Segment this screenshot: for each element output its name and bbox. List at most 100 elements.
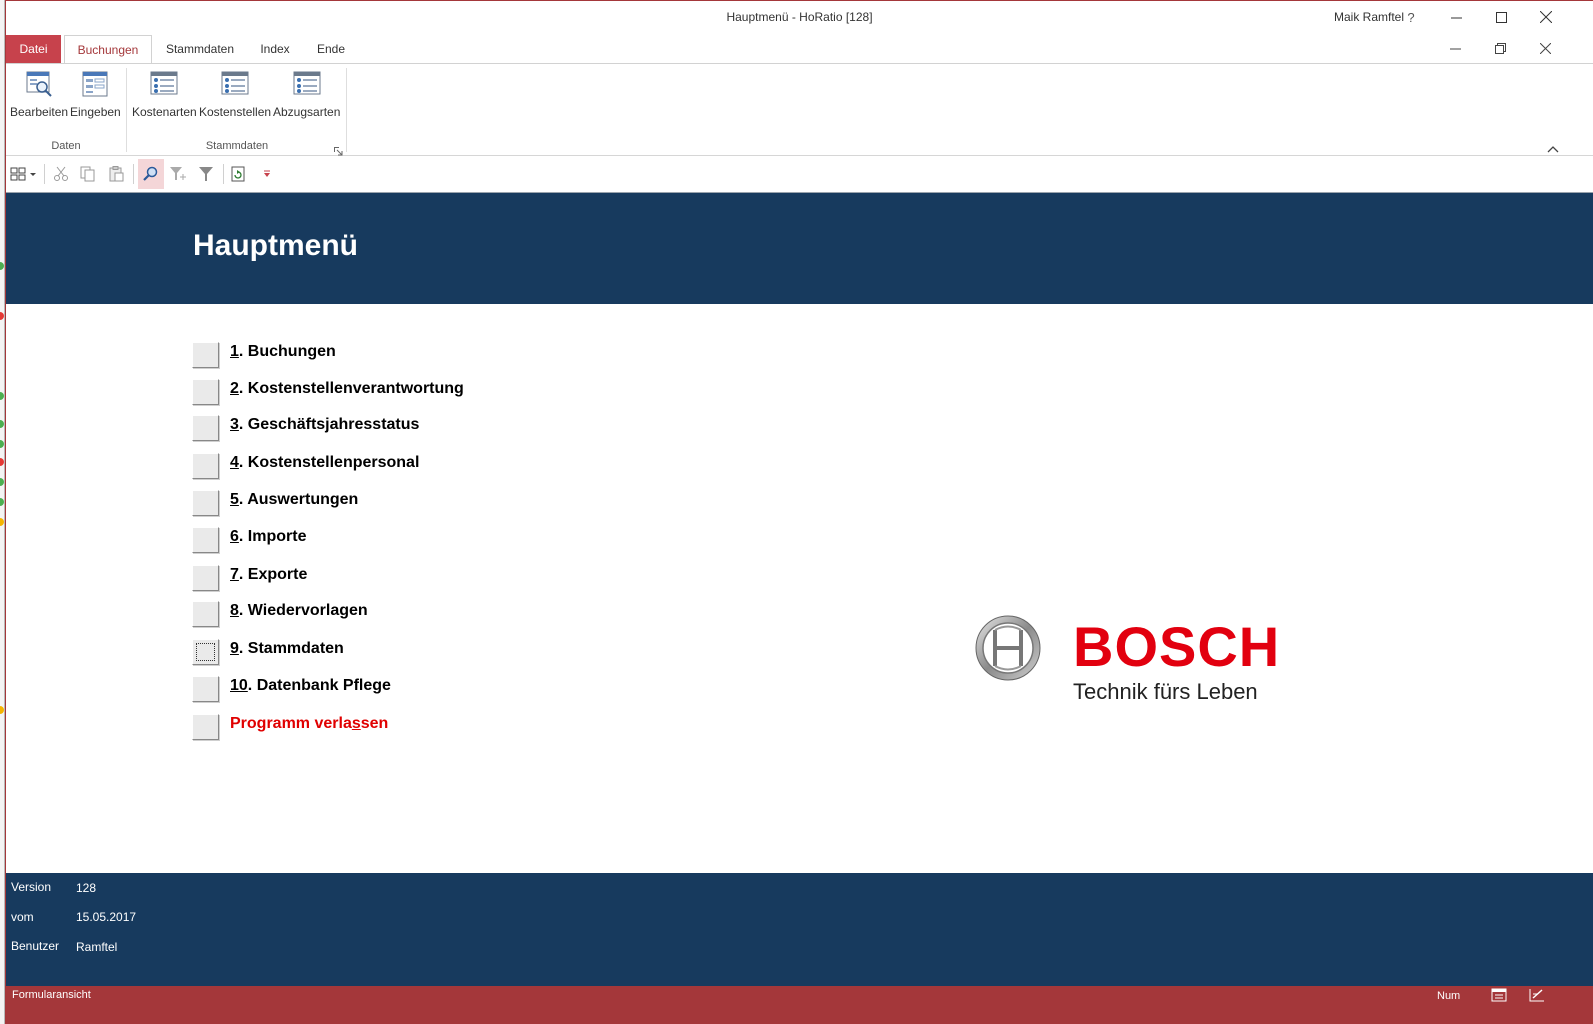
copy-button[interactable]	[77, 163, 99, 185]
menu-label-importe[interactable]: 6. Importe	[230, 528, 306, 546]
form-view-icon	[1491, 988, 1507, 1002]
menu-button-datenbank-pflege[interactable]	[192, 676, 219, 702]
background-dot	[0, 262, 4, 270]
document-minimize-button[interactable]	[1433, 33, 1477, 63]
menu-text: . Datenbank Pflege	[247, 677, 391, 694]
menu-text: . Auswertungen	[238, 491, 359, 508]
menu-button-geschaeftsjahresstatus[interactable]	[192, 415, 219, 441]
maximize-button[interactable]	[1478, 1, 1524, 33]
tab-datei[interactable]: Datei	[6, 35, 61, 64]
paste-button[interactable]	[105, 163, 127, 185]
menu-label-auswertungen[interactable]: 5. Auswertungen	[230, 491, 358, 509]
menu-item-buchungen[interactable]: 1. Buchungen	[192, 342, 572, 370]
menu-button-exporte[interactable]	[192, 565, 219, 591]
menu-label-wiedervorlagen[interactable]: 8. Wiedervorlagen	[230, 602, 368, 620]
menu-label-kostenstellenverantwortung[interactable]: 2. Kostenstellenverantwortung	[230, 380, 464, 398]
tab-stammdaten[interactable]: Stammdaten	[161, 35, 239, 64]
minimize-icon	[1450, 17, 1462, 18]
menu-button-stammdaten[interactable]	[192, 639, 219, 665]
ribbon: Bearbeiten Eingeben Daten Kostenarten Ko…	[6, 63, 1593, 156]
tab-index[interactable]: Index	[252, 35, 298, 64]
menu-label-exporte[interactable]: 7. Exporte	[230, 566, 307, 584]
access-key: 6	[230, 528, 239, 545]
refresh-button[interactable]	[228, 163, 250, 185]
bosch-slogan: Technik fürs Leben	[1073, 679, 1258, 704]
menu-item-datenbank-pflege[interactable]: 10. Datenbank Pflege	[192, 676, 572, 704]
access-key: s	[351, 715, 361, 732]
dialog-launcher-button[interactable]	[334, 143, 343, 156]
kostenstellen-button[interactable]: Kostenstellen	[199, 70, 271, 119]
view-switch-button[interactable]	[9, 163, 39, 185]
menu-item-stammdaten[interactable]: 9. Stammdaten	[192, 639, 572, 667]
design-view-button[interactable]	[1529, 988, 1547, 1004]
contact-list-icon	[293, 71, 321, 95]
menu-item-exporte[interactable]: 7. Exporte	[192, 565, 572, 593]
exit-label[interactable]: Programm verlassen	[230, 715, 388, 733]
access-key: 4	[230, 454, 239, 471]
access-key: 5	[230, 491, 239, 508]
minimize-button[interactable]	[1433, 1, 1479, 33]
form-header: Hauptmenü	[6, 193, 1593, 304]
group-separator	[346, 68, 347, 152]
menu-button-kostenstellenpersonal[interactable]	[192, 453, 219, 479]
menu-label-kostenstellenpersonal[interactable]: 4. Kostenstellenpersonal	[230, 454, 419, 472]
menu-item-wiedervorlagen[interactable]: 8. Wiedervorlagen	[192, 601, 572, 629]
menu-text: . Importe	[238, 528, 307, 545]
customize-toolbar-button[interactable]	[256, 163, 278, 185]
menu-item-kostenstellenpersonal[interactable]: 4. Kostenstellenpersonal	[192, 453, 572, 481]
menu-button-kostenstellenverantwortung[interactable]	[192, 379, 219, 405]
form-search-icon	[26, 71, 52, 97]
collapse-ribbon-button[interactable]	[1547, 140, 1561, 153]
search-icon	[143, 166, 158, 181]
form-footer: Version 128 vom 15.05.2017 Benutzer Ramf…	[6, 873, 1593, 987]
eingeben-button[interactable]: Eingeben	[70, 70, 121, 119]
advanced-filter-button[interactable]	[167, 163, 189, 185]
menu-label-stammdaten[interactable]: 9. Stammdaten	[230, 640, 344, 658]
user-label: Benutzer	[11, 939, 60, 953]
filter-button[interactable]	[195, 163, 217, 185]
bosch-wordmark: BOSCH	[1073, 615, 1281, 678]
menu-item-geschaeftsjahresstatus[interactable]: 3. Geschäftsjahresstatus	[192, 415, 572, 443]
cut-button[interactable]	[50, 163, 72, 185]
abzugsarten-button[interactable]: Abzugsarten	[273, 70, 340, 119]
close-button[interactable]	[1523, 1, 1569, 33]
background-dot	[0, 440, 4, 448]
exit-button[interactable]	[192, 714, 219, 740]
kostenarten-button[interactable]: Kostenarten	[132, 70, 197, 119]
menu-item-kostenstellenverantwortung[interactable]: 2. Kostenstellenverantwortung	[192, 379, 572, 407]
menu-text: . Geschäftsjahresstatus	[238, 416, 420, 433]
maximize-icon	[1495, 11, 1507, 23]
document-restore-button[interactable]	[1478, 33, 1522, 63]
menu-text: . Wiedervorlagen	[238, 602, 368, 619]
access-window: Hauptmenü - HoRatio [128] Maik Ramftel ?…	[5, 0, 1593, 1024]
background-dot	[0, 478, 4, 486]
view-switch-icon	[10, 167, 36, 181]
menu-button-buchungen[interactable]	[192, 342, 219, 368]
menu-label-geschaeftsjahresstatus[interactable]: 3. Geschäftsjahresstatus	[230, 416, 419, 434]
quick-access-toolbar	[6, 157, 1593, 191]
document-close-button[interactable]	[1523, 33, 1567, 63]
tab-ende[interactable]: Ende	[311, 35, 351, 64]
close-icon	[1539, 42, 1551, 54]
menu-item-importe[interactable]: 6. Importe	[192, 527, 572, 555]
menu-button-auswertungen[interactable]	[192, 490, 219, 516]
main-menu-form: Hauptmenü 1. Buchungen 2. Kostenstellenv…	[6, 192, 1593, 987]
help-button[interactable]: ?	[1388, 1, 1434, 33]
close-icon	[1540, 11, 1552, 23]
form-view-button[interactable]	[1491, 988, 1509, 1004]
menu-label-datenbank-pflege[interactable]: 10. Datenbank Pflege	[230, 677, 391, 695]
access-key: 3	[230, 416, 239, 433]
bearbeiten-button[interactable]: Bearbeiten	[10, 70, 68, 119]
menu-button-wiedervorlagen[interactable]	[192, 601, 219, 627]
menu-text: . Kostenstellenverantwortung	[238, 380, 464, 397]
abzugsarten-label: Abzugsarten	[273, 105, 341, 119]
bosch-logo: BOSCH Technik fürs Leben	[973, 613, 1293, 713]
tab-buchungen[interactable]: Buchungen	[64, 35, 152, 65]
menu-label-buchungen[interactable]: 1. Buchungen	[230, 343, 336, 361]
num-lock-indicator: Num	[1437, 990, 1461, 1002]
title-bar: Hauptmenü - HoRatio [128] Maik Ramftel ?	[6, 1, 1593, 33]
menu-item-auswertungen[interactable]: 5. Auswertungen	[192, 490, 572, 518]
find-button[interactable]	[138, 159, 164, 189]
menu-item-programm-verlassen[interactable]: Programm verlassen	[192, 714, 572, 742]
menu-button-importe[interactable]	[192, 527, 219, 553]
